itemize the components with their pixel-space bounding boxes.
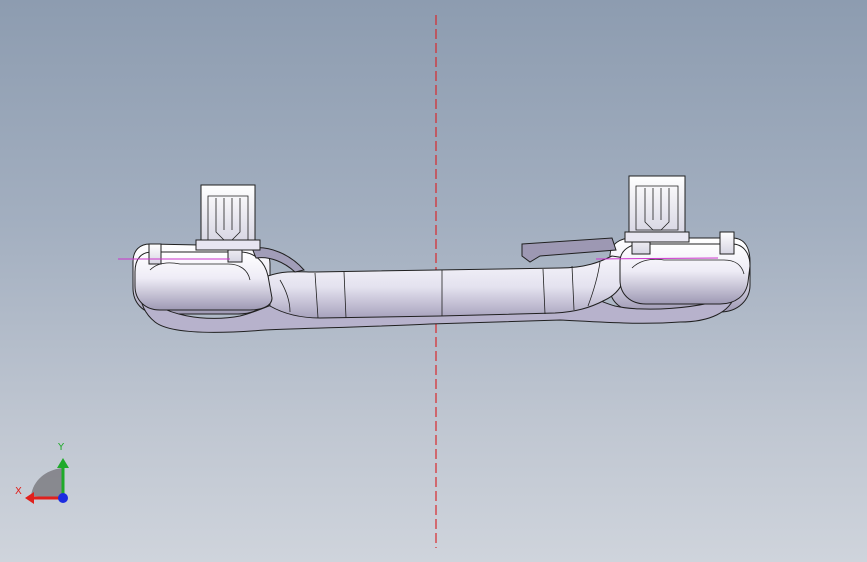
left-mounting-clip: [195, 184, 261, 251]
right-mounting-clip: [624, 175, 690, 243]
right-stem-arm: [521, 237, 617, 263]
grab-handle-model[interactable]: [118, 175, 751, 333]
coordinate-triad: [25, 458, 69, 504]
model-scene[interactable]: [0, 0, 867, 562]
right-tab-outer: [719, 231, 735, 255]
graphics-viewport[interactable]: Y X: [0, 0, 867, 562]
x-axis-arrowhead: [25, 492, 34, 504]
y-axis-arrowhead: [57, 458, 69, 468]
x-axis-label: X: [15, 486, 22, 497]
triad-plane-shading: [31, 468, 62, 498]
handle-grip-bar: [267, 255, 627, 319]
left-tab-outer: [148, 243, 162, 265]
y-axis-label: Y: [58, 442, 65, 453]
z-axis-dot: [58, 493, 68, 503]
